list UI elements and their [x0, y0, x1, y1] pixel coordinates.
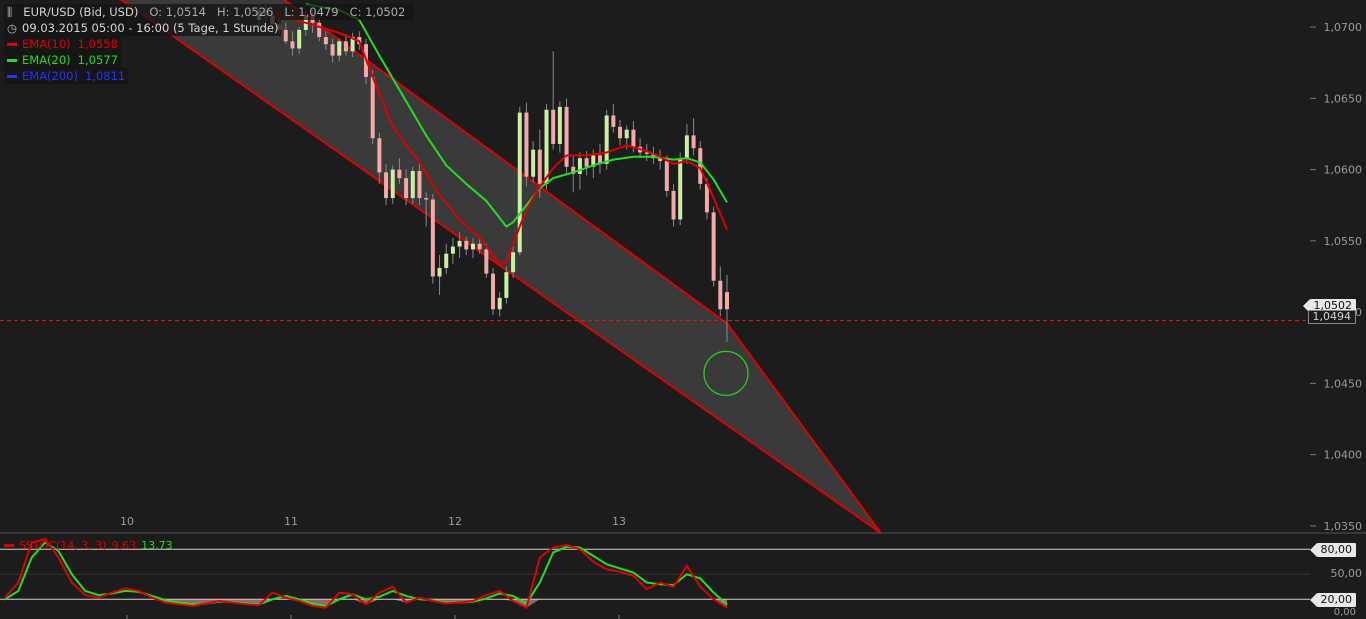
- price-chart[interactable]: 1,07001,06501,06001,05501,05001,04501,04…: [0, 0, 1366, 619]
- y-tick-label: 1,0650: [1324, 92, 1363, 105]
- stochastic-legend[interactable]: SSTOC(14, 3, 3) 9,63 13,73: [4, 539, 173, 552]
- candle-body: [464, 240, 469, 250]
- ema20-value: 1,0577: [77, 53, 118, 67]
- candle-body: [531, 149, 536, 177]
- symbol-label: EUR/USD (Bid, USD): [23, 5, 139, 19]
- close-value: C: 1,0502: [349, 5, 406, 19]
- stoch-lower-tag: 20,00: [1309, 593, 1356, 607]
- legend-symbol-row: ⫼ EUR/USD (Bid, USD) O: 1,0514 H: 1,0526…: [4, 4, 415, 20]
- ema10-label: EMA(10): [22, 37, 71, 51]
- candle-body: [384, 172, 389, 199]
- y-tick-label: 1,0700: [1324, 21, 1363, 34]
- candle-body: [450, 246, 455, 254]
- reference-price-tag: 1,0494: [1307, 310, 1356, 324]
- candle-body: [370, 76, 375, 139]
- y-tick-label: 1,0600: [1324, 164, 1363, 177]
- candle-body: [698, 148, 703, 184]
- candle-body: [484, 249, 489, 274]
- x-tick-label: 12: [448, 515, 462, 528]
- candle-body: [424, 198, 429, 200]
- candle-body: [410, 171, 415, 199]
- ema200-value: 1,0811: [84, 69, 126, 83]
- candle-body: [511, 252, 516, 273]
- x-tick-label: 10: [120, 515, 134, 528]
- candle-body: [611, 115, 616, 127]
- candle-body: [678, 158, 683, 220]
- candle-body: [584, 158, 589, 167]
- candle-body: [624, 129, 629, 139]
- candle-body: [664, 161, 669, 191]
- ema200-label: EMA(200): [22, 69, 78, 83]
- candle-body: [544, 109, 549, 184]
- y-tick-label: 1,0350: [1324, 520, 1363, 533]
- period-label: 09.03.2015 05:00 - 16:00 (5 Tage, 1 Stun…: [22, 21, 279, 35]
- clock-icon: ◷: [7, 21, 18, 35]
- candle-body: [537, 149, 542, 184]
- open-value: O: 1,0514: [149, 5, 206, 19]
- candle-body: [497, 297, 502, 310]
- candle-body: [470, 243, 475, 250]
- ema10-value: 1,0558: [77, 37, 118, 51]
- candle-body: [618, 126, 623, 139]
- candle-body: [718, 280, 723, 310]
- legend-ema20[interactable]: EMA(20) 1,0577: [4, 52, 121, 68]
- candle-body: [671, 190, 676, 220]
- candle-body: [437, 267, 442, 277]
- low-value: L: 1,0479: [284, 5, 339, 19]
- stoch-k-swatch: [4, 544, 14, 547]
- stoch-label: SSTOC(14, 3, 3): [19, 539, 107, 552]
- stoch-k-value: 9,63: [111, 539, 137, 552]
- candle-body: [397, 169, 402, 179]
- legend-ema200[interactable]: EMA(200) 1,0811: [4, 68, 129, 84]
- y-tick-label: 1,0450: [1324, 377, 1363, 390]
- legend-period-row: ◷ 09.03.2015 05:00 - 16:00 (5 Tage, 1 St…: [4, 20, 282, 36]
- candle-body: [504, 272, 509, 298]
- ema20-swatch: [7, 58, 17, 62]
- candle-body: [377, 138, 382, 173]
- candle-body: [631, 129, 636, 147]
- candle-body: [684, 135, 689, 159]
- chart-window: 1,07001,06501,06001,05501,05001,04501,04…: [0, 0, 1366, 619]
- candle-body: [551, 109, 556, 144]
- high-value: H: 1,0526: [216, 5, 274, 19]
- candle-body: [725, 292, 729, 310]
- candle-body: [404, 178, 409, 199]
- candle-body: [557, 106, 562, 144]
- chart-legend: ⫼ EUR/USD (Bid, USD) O: 1,0514 H: 1,0526…: [4, 4, 415, 84]
- stoch-d-value: 13,73: [141, 539, 173, 552]
- candle-body: [604, 115, 609, 164]
- candle-body: [691, 135, 696, 149]
- y-tick-label: 1,0550: [1324, 235, 1363, 248]
- ema10-swatch: [7, 42, 17, 46]
- x-tick-label: 11: [284, 515, 298, 528]
- candle-body: [477, 243, 482, 250]
- chart-type-icon: ⫼: [7, 5, 13, 19]
- candle-body: [390, 169, 395, 199]
- ema20-label: EMA(20): [22, 53, 71, 67]
- x-tick-label: 13: [612, 515, 626, 528]
- legend-ema10[interactable]: EMA(10) 1,0558: [4, 36, 121, 52]
- candle-body: [417, 171, 422, 199]
- stoch-middle-label: 50,00: [1330, 567, 1363, 580]
- y-tick-label: 1,0400: [1324, 449, 1363, 462]
- candle-body: [711, 212, 716, 281]
- ema200-swatch: [7, 74, 17, 78]
- stoch-upper-tag: 80,00: [1309, 543, 1356, 557]
- candle-body: [444, 253, 449, 268]
- candle-body: [457, 240, 462, 247]
- stoch-zero-label: 0,00: [1333, 607, 1356, 618]
- candle-body: [430, 199, 435, 277]
- candle-body: [524, 112, 529, 177]
- stochastic-panel: [0, 538, 1310, 610]
- candle-body: [491, 273, 496, 310]
